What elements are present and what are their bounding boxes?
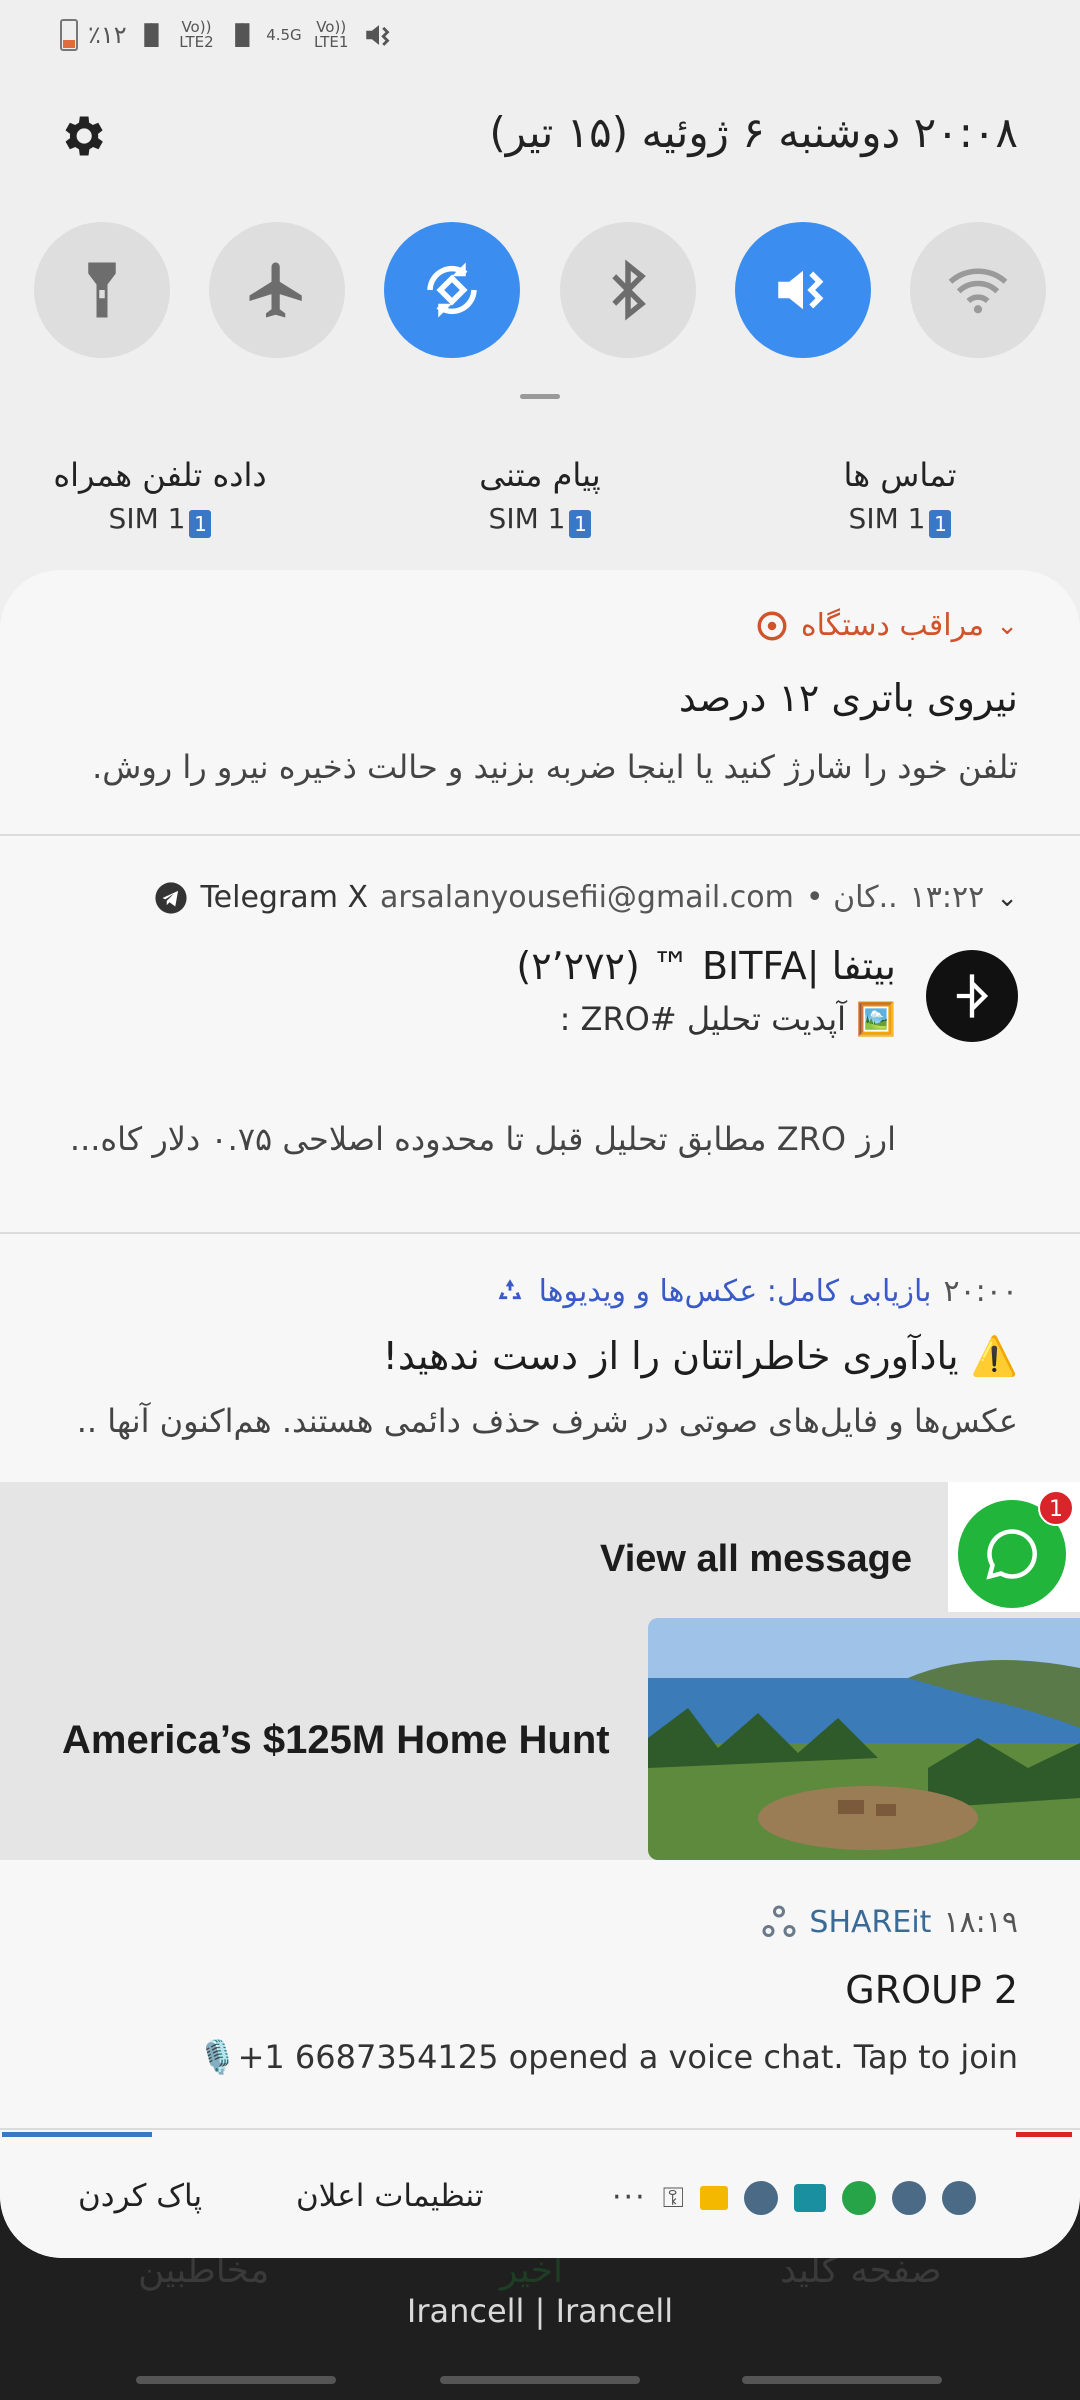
message-count-badge: 1 xyxy=(1038,1490,1074,1526)
airplane-icon xyxy=(249,262,302,318)
settings-gear-icon[interactable] xyxy=(56,110,108,162)
mute-toggle[interactable] xyxy=(734,222,871,358)
telegram-app: Telegram X xyxy=(200,880,369,915)
key-icon: ⚿ xyxy=(662,2180,684,2214)
recovery-body: عکس‌ها و فایل‌های صوتی در شرف حذف دائمی … xyxy=(76,1402,1018,1440)
lte2-label: Vo)) LTE2 xyxy=(179,18,214,51)
shareit-app: SHAREit xyxy=(809,1904,932,1940)
clear-button[interactable]: پاک کردن xyxy=(78,2178,202,2214)
sim-badge: 1 xyxy=(189,510,212,538)
view-all-message-link[interactable]: View all message xyxy=(600,1538,912,1581)
shareit-title: GROUP 2 xyxy=(845,1968,1018,2012)
battery-icon xyxy=(60,19,78,51)
carrier-label: Irancell | Irancell xyxy=(406,2292,674,2330)
sim-calls[interactable]: تماس ها SIM 11 xyxy=(790,456,1010,538)
more-icon[interactable]: ··· xyxy=(612,2180,647,2215)
device-care-notification[interactable]: مراقب دستگاه ⌄ نیروی باتری ۱۲ درصد تلفن … xyxy=(0,570,1080,836)
telegram-icon xyxy=(155,881,188,914)
bluetooth-icon xyxy=(611,259,646,321)
recovery-app: بازیابی کامل: عکس‌ها و ویدیوها xyxy=(538,1274,932,1309)
notification-actions: پاک کردن تنظیمات اعلان ··· ⚿ xyxy=(0,2140,1080,2258)
mute-icon xyxy=(778,270,824,310)
recovery-notification[interactable]: بازیابی کامل: عکس‌ها و ویدیوها ۲۰:۰۰ ⚠️ … xyxy=(0,1234,1080,1482)
sim-calls-sim: SIM 1 xyxy=(848,502,926,535)
network-label: 4.5G xyxy=(266,25,302,44)
bluetooth-toggle[interactable] xyxy=(559,222,696,358)
device-care-body: تلفن خود را شارژ کنید یا اینجا ضربه بزنی… xyxy=(92,748,1018,786)
status-bar: ٪۱۲ ▐▌ Vo)) LTE2 ▐▌ 4.5G Vo)) LTE1 xyxy=(60,10,396,60)
sim-data-label: داده تلفن همراه xyxy=(53,456,267,494)
progress-strip xyxy=(0,2128,1080,2140)
notification-settings-button[interactable]: تنظیمات اعلان xyxy=(296,2178,484,2214)
telegram-title: بیتفا |BITFA ™ (۲٬۲۷۲) xyxy=(516,944,896,988)
telegram-notification[interactable]: Telegram X arsalanyousefii@gmail.com • ک… xyxy=(0,836,1080,1234)
sim-sms-label: پیام متنی xyxy=(479,456,601,494)
auto-rotate-toggle[interactable] xyxy=(384,222,521,358)
nav-pill-left[interactable] xyxy=(136,2376,336,2384)
chat-icon xyxy=(793,2183,826,2212)
nav-pill-right[interactable] xyxy=(742,2376,942,2384)
notification-shade: ٪۱۲ ▐▌ Vo)) LTE2 ▐▌ 4.5G Vo)) LTE1 ۲۰:۰۸… xyxy=(0,0,1080,2258)
telegram-account: arsalanyousefii@gmail.com xyxy=(380,880,794,915)
recycle-icon xyxy=(498,1278,521,1299)
telegram-line2: ارز ZRO مطابق تحلیل قبل تا محدوده اصلاحی… xyxy=(69,1120,896,1158)
wifi-icon xyxy=(948,268,1008,314)
mute-status-icon xyxy=(366,25,390,46)
folder-icon xyxy=(699,2185,728,2210)
device-care-app: مراقب دستگاه xyxy=(800,608,985,643)
wifi-toggle[interactable] xyxy=(909,222,1046,358)
channel-avatar xyxy=(926,950,1018,1042)
app-icon-tray: ··· ⚿ xyxy=(612,2180,976,2215)
flashlight-toggle[interactable] xyxy=(34,222,170,358)
sim-badge: 1 xyxy=(929,510,952,538)
ad-photo[interactable] xyxy=(648,1618,1080,1860)
sim-sms-sim: SIM 1 xyxy=(488,502,566,535)
airplane-toggle[interactable] xyxy=(209,222,346,358)
telegram-time: ۱۳:۲۲ xyxy=(909,880,985,915)
auto-rotate-icon xyxy=(427,262,478,318)
bitfa-logo-icon xyxy=(956,974,989,1018)
sim-calls-label: تماس ها xyxy=(843,456,957,494)
signal2-icon: ▐▌ xyxy=(227,23,257,47)
sim-badge: 1 xyxy=(569,510,592,538)
flashlight-icon xyxy=(88,262,116,318)
edge-icon xyxy=(941,2180,976,2215)
telegram-line1: 🖼️ آپدیت تحلیل #ZRO : xyxy=(559,1000,896,1038)
ad-banner[interactable]: View all message 1 America’s $125M Home … xyxy=(0,1482,1080,1860)
recovery-title: ⚠️ یادآوری خاطراتتان را از دست ندهید! xyxy=(382,1334,1018,1378)
shareit-body: 🎙️+1 6687354125 opened a voice chat. Tap… xyxy=(197,2038,1018,2076)
chevron-down-icon[interactable]: ⌄ xyxy=(996,883,1018,913)
sim-data[interactable]: داده تلفن همراه SIM 11 xyxy=(50,456,270,538)
edge-icon xyxy=(743,2180,778,2215)
sim-data-sim: SIM 1 xyxy=(108,502,186,535)
telegram-chat: • کان.. xyxy=(805,880,898,915)
ad-headline[interactable]: America’s $125M Home Hunt xyxy=(62,1718,610,1763)
lte1-label: Vo)) LTE1 xyxy=(313,18,349,51)
device-care-icon xyxy=(757,611,787,640)
notification-panel: مراقب دستگاه ⌄ نیروی باتری ۱۲ درصد تلفن … xyxy=(0,570,1080,2258)
shareit-icon xyxy=(762,1905,796,1937)
whatsapp-small-icon xyxy=(841,2180,876,2215)
battery-percent: ٪۱۲ xyxy=(88,21,127,49)
signal-icon: ▐▌ xyxy=(136,23,167,47)
quick-toggles xyxy=(34,222,1046,358)
nav-pill-center[interactable] xyxy=(440,2376,640,2384)
sim-sms[interactable]: پیام متنی SIM 11 xyxy=(430,456,650,538)
shade-handle[interactable] xyxy=(520,394,560,399)
shareit-notification[interactable]: SHAREit ۱۸:۱۹ GROUP 2 🎙️+1 6687354125 op… xyxy=(0,1860,1080,2130)
device-care-title: نیروی باتری ۱۲ درصد xyxy=(678,676,1018,720)
recovery-time: ۲۰:۰۰ xyxy=(943,1274,1018,1309)
edge-icon xyxy=(891,2180,926,2215)
chevron-down-icon[interactable]: ⌄ xyxy=(996,611,1018,641)
date-time: ۲۰:۰۸ دوشنبه ۶ ژوئیه (۱۵ تیر) xyxy=(489,108,1018,157)
shareit-time: ۱۸:۱۹ xyxy=(943,1904,1018,1940)
